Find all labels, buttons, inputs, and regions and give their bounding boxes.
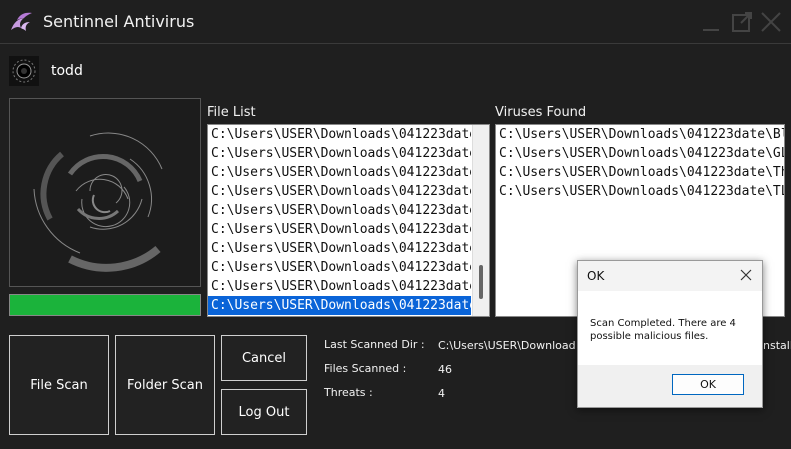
file-list-item[interactable]: C:\Users\USER\Downloads\041223date\: [208, 201, 471, 220]
file-list-item[interactable]: C:\Users\USER\Downloads\041223date\: [208, 277, 471, 296]
close-icon[interactable]: [760, 11, 782, 33]
folder-scan-button[interactable]: Folder Scan: [115, 335, 215, 435]
file-list[interactable]: C:\Users\USER\Downloads\041223date\ C:\Us…: [207, 124, 490, 317]
avatar: [9, 56, 39, 86]
maximize-icon[interactable]: [731, 11, 753, 33]
last-scanned-dir-label: Last Scanned Dir :: [324, 338, 425, 351]
file-list-item[interactable]: C:\Users\USER\Downloads\041223date\: [208, 258, 471, 277]
last-scanned-dir-tail: nstall: [763, 339, 791, 352]
file-list-item[interactable]: C:\Users\USER\Downloads\041223date\: [208, 144, 471, 163]
file-list-item[interactable]: C:\Users\USER\Downloads\041223date\: [208, 182, 471, 201]
log-out-button[interactable]: Log Out: [221, 389, 307, 435]
dialog-close-icon[interactable]: [740, 269, 752, 281]
scanner-rings-graphic: [33, 132, 163, 272]
files-scanned-label: Files Scanned :: [324, 362, 407, 375]
file-list-label: File List: [207, 105, 256, 120]
dialog-message: Scan Completed. There are 4 possible mal…: [590, 318, 736, 342]
scan-complete-dialog: OK Scan Completed. There are 4 possible …: [577, 260, 763, 408]
files-scanned-value: 46: [438, 363, 452, 376]
username: todd: [51, 63, 83, 79]
app-logo-icon: [11, 12, 32, 31]
threats-value: 4: [438, 387, 445, 400]
threats-label: Threats :: [324, 386, 373, 399]
file-list-item[interactable]: C:\Users\USER\Downloads\041223date\: [208, 296, 471, 315]
cancel-button[interactable]: Cancel: [221, 335, 307, 381]
file-list-scrollbar[interactable]: [472, 125, 489, 316]
dialog-footer: OK: [578, 365, 762, 407]
virus-list-item[interactable]: C:\Users\USER\Downloads\041223date\TLa: [496, 182, 784, 201]
dialog-ok-button[interactable]: OK: [672, 374, 744, 395]
scan-progress-bar: [9, 294, 201, 316]
viruses-found-label: Viruses Found: [495, 105, 587, 120]
app-title: Sentinnel Antivirus: [43, 12, 195, 31]
dialog-body: Scan Completed. There are 4 possible mal…: [578, 291, 762, 365]
file-scan-button[interactable]: File Scan: [9, 335, 109, 435]
progress-fill: [10, 295, 200, 315]
virus-list-item[interactable]: C:\Users\USER\Downloads\041223date\Blu: [496, 125, 784, 144]
dialog-title: OK: [587, 269, 605, 283]
file-list-item[interactable]: C:\Users\USER\Downloads\041223date\: [208, 163, 471, 182]
avatar-image: [12, 59, 36, 83]
virus-list-item[interactable]: C:\Users\USER\Downloads\041223date\GLF: [496, 144, 784, 163]
title-bar: Sentinnel Antivirus: [0, 0, 791, 44]
scrollbar-thumb[interactable]: [479, 265, 483, 299]
minimize-icon[interactable]: [700, 11, 722, 33]
file-list-item[interactable]: C:\Users\USER\Downloads\041223date\: [208, 239, 471, 258]
dialog-title-bar: OK: [578, 261, 762, 291]
file-list-item[interactable]: C:\Users\USER\Downloads\041223date\: [208, 125, 471, 144]
file-list-item[interactable]: C:\Users\USER\Downloads\041223date\: [208, 220, 471, 239]
virus-list-item[interactable]: C:\Users\USER\Downloads\041223date\The: [496, 163, 784, 182]
last-scanned-dir-value: C:\Users\USER\Download: [438, 339, 576, 352]
scan-animation-panel: [9, 98, 201, 287]
